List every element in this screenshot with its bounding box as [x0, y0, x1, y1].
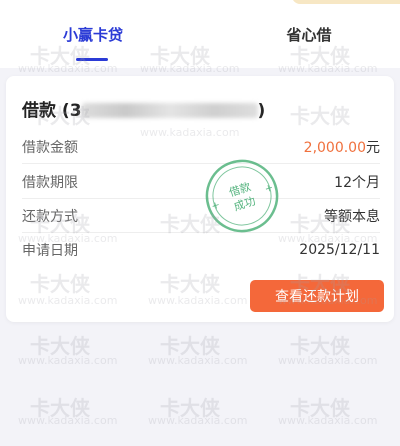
- loan-amount-value: 2,000.00元: [304, 137, 380, 157]
- svg-text:+: +: [210, 200, 221, 213]
- tab-label: 省心借: [286, 26, 332, 44]
- svg-text:+: +: [263, 182, 274, 195]
- watermark-url: www.kadaxia.com: [278, 414, 378, 427]
- repayment-method-label: 还款方式: [22, 208, 78, 225]
- loan-card: 借款 (3) 借款金额 2,000.00元 借款期限 12个月 还款方式 等额本…: [6, 76, 394, 322]
- loan-title-suffix: ): [257, 101, 266, 121]
- loan-term-value: 12个月: [334, 174, 380, 191]
- loan-amount-label: 借款金额: [22, 139, 78, 156]
- loan-title-prefix: 借款 (3: [22, 101, 82, 121]
- tab-label: 小赢卡贷: [62, 26, 123, 44]
- watermark-brand: 卡大侠: [290, 396, 350, 420]
- loan-amount-row: 借款金额 2,000.00元: [22, 130, 380, 164]
- application-date-row: 申请日期 2025/12/11: [22, 233, 380, 267]
- loan-term-label: 借款期限: [22, 174, 78, 191]
- view-repayment-plan-button[interactable]: 查看还款计划: [250, 280, 384, 312]
- watermark-url: www.kadaxia.com: [148, 354, 248, 367]
- loan-title: 借款 (3): [22, 96, 265, 121]
- application-date-value: 2025/12/11: [299, 242, 380, 258]
- watermark-url: www.kadaxia.com: [18, 414, 118, 427]
- loan-amount-unit: 元: [366, 139, 380, 156]
- loan-success-stamp: 借款 成功 + +: [205, 159, 279, 233]
- application-date-label: 申请日期: [22, 243, 78, 259]
- repayment-method-value: 等额本息: [324, 208, 380, 225]
- watermark-brand: 卡大侠: [30, 396, 90, 420]
- product-tabs: 小赢卡贷 省心借: [0, 8, 400, 68]
- masked-loan-number: [81, 103, 258, 118]
- watermark-url: www.kadaxia.com: [148, 414, 248, 427]
- loan-amount-number: 2,000.00: [303, 139, 366, 156]
- watermark-brand: 卡大侠: [160, 396, 220, 420]
- watermark-url: www.kadaxia.com: [278, 354, 378, 367]
- active-tab-indicator: [76, 58, 108, 61]
- repayment-method-row: 还款方式 等额本息: [22, 199, 380, 233]
- watermark-url: www.kadaxia.com: [18, 354, 118, 367]
- watermark-brand: 卡大侠: [160, 334, 220, 358]
- tab-shengxin-loan[interactable]: 省心借: [244, 24, 374, 64]
- watermark-brand: 卡大侠: [290, 334, 350, 358]
- top-bar: [0, 0, 400, 8]
- loan-term-row: 借款期限 12个月: [22, 165, 380, 199]
- watermark-brand: 卡大侠: [30, 334, 90, 358]
- banner-edge: [292, 0, 400, 4]
